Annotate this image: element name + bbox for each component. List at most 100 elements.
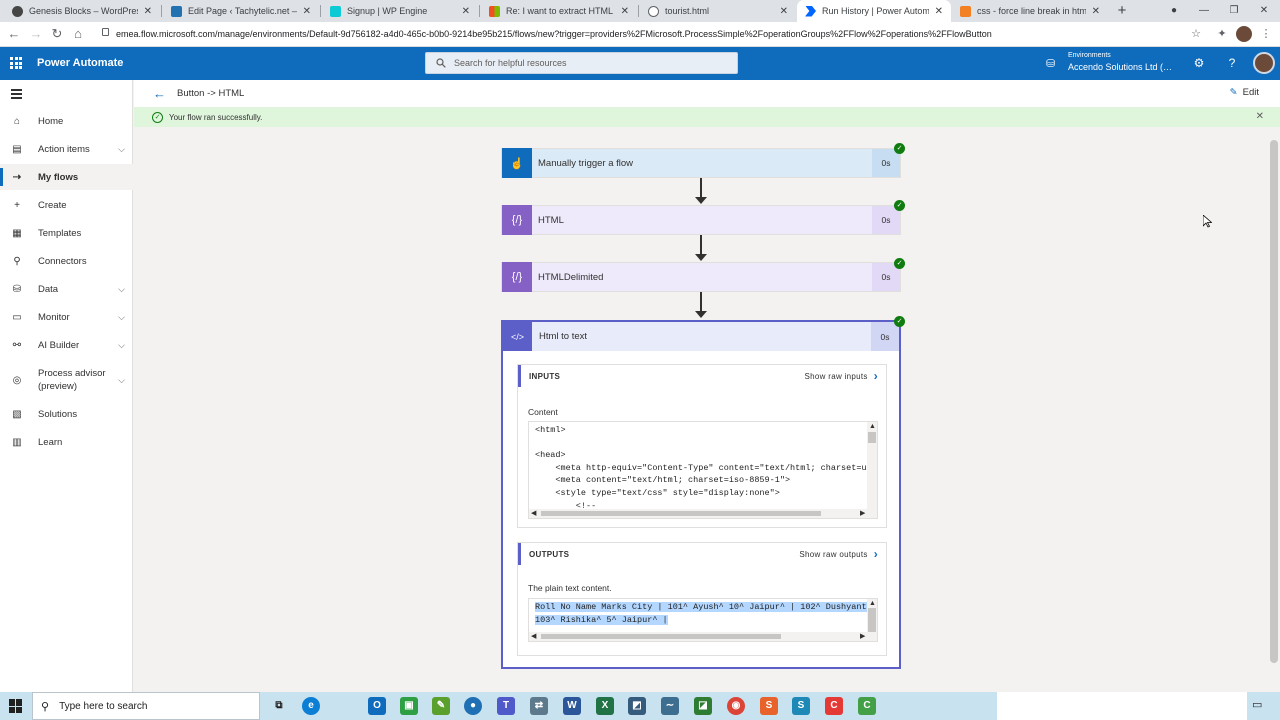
- show-raw-inputs-link[interactable]: Show raw inputs: [805, 372, 868, 381]
- close-icon[interactable]: ✕: [1256, 111, 1264, 122]
- sidebar-item-connectors[interactable]: ⚲ Connectors: [0, 248, 133, 274]
- vertical-scrollbar[interactable]: ▲: [867, 422, 877, 518]
- home-browser-icon[interactable]: ⌂: [69, 25, 87, 43]
- app-icon[interactable]: S: [760, 697, 778, 715]
- address-bar[interactable]: emea.flow.microsoft.com/manage/environme…: [100, 26, 1180, 43]
- browser-tab[interactable]: Signup | WP Engine ✕: [322, 0, 478, 22]
- app-icon[interactable]: ∼: [661, 697, 679, 715]
- media-icon[interactable]: ●: [464, 697, 482, 715]
- back-arrow-icon[interactable]: ←: [5, 25, 23, 43]
- chevron-down-icon[interactable]: ⌵: [118, 144, 125, 155]
- scroll-thumb[interactable]: [541, 634, 781, 639]
- scroll-thumb[interactable]: [541, 511, 821, 516]
- close-tab-icon[interactable]: ✕: [1092, 6, 1100, 17]
- outlook-icon[interactable]: O: [368, 697, 386, 715]
- app-icon[interactable]: C: [825, 697, 843, 715]
- word-icon[interactable]: W: [563, 697, 581, 715]
- new-tab-button[interactable]: +: [1113, 0, 1131, 22]
- show-raw-outputs-link[interactable]: Show raw outputs: [799, 550, 867, 559]
- avatar[interactable]: [1253, 52, 1275, 74]
- step-header[interactable]: </> Html to text 0s: [503, 322, 899, 351]
- reload-icon[interactable]: ↻: [48, 25, 66, 43]
- chevron-down-icon[interactable]: ⌵: [118, 375, 125, 386]
- sidebar-item-create[interactable]: + Create: [0, 192, 133, 218]
- chevron-right-icon[interactable]: ›: [874, 369, 878, 383]
- restore-window-button[interactable]: ❐: [1219, 0, 1249, 22]
- excel-icon[interactable]: X: [596, 697, 614, 715]
- sidebar-item-data[interactable]: ⛁ Data ⌵: [0, 276, 133, 302]
- scroll-thumb[interactable]: [868, 432, 876, 443]
- close-window-button[interactable]: ✕: [1249, 0, 1279, 22]
- horizontal-scrollbar[interactable]: ◀ ▶: [529, 632, 869, 641]
- scroll-left-icon[interactable]: ◀: [531, 632, 536, 640]
- sidebar-item-monitor[interactable]: ▭ Monitor ⌵: [0, 304, 133, 330]
- app-icon[interactable]: S: [792, 697, 810, 715]
- page-scrollbar[interactable]: [1270, 140, 1278, 663]
- chevron-down-icon[interactable]: ⌵: [118, 284, 125, 295]
- flow-step-html[interactable]: {/} HTML 0s: [501, 205, 901, 235]
- scroll-right-icon[interactable]: ▶: [860, 509, 865, 517]
- plain-text-box[interactable]: Roll No Name Marks City | 101^ Ayush^ 10…: [528, 598, 878, 642]
- browser-tab[interactable]: Genesis Blocks – WordPress plu… ✕: [4, 0, 160, 22]
- app-icon[interactable]: C: [858, 697, 876, 715]
- edge-icon[interactable]: e: [302, 697, 320, 715]
- environment-picker[interactable]: Accendo Solutions Ltd (…: [1068, 62, 1172, 72]
- browser-tab[interactable]: Re: I want to extract HTML Table… ✕: [481, 0, 637, 22]
- browser-menu-icon[interactable]: ⋮: [1258, 26, 1274, 42]
- app-launcher-icon[interactable]: [10, 57, 22, 69]
- search-input[interactable]: Search for helpful resources: [425, 52, 738, 74]
- close-tab-icon[interactable]: ✕: [935, 6, 943, 17]
- sidebar-item-learn[interactable]: ▥ Learn: [0, 429, 133, 455]
- notification-icon[interactable]: ▭: [1252, 698, 1262, 711]
- sidebar-item-my-flows[interactable]: ⇢ My flows: [0, 164, 133, 190]
- edit-button[interactable]: ✎ Edit: [1230, 87, 1259, 98]
- scroll-thumb[interactable]: [868, 608, 876, 632]
- task-view-icon[interactable]: ⧉: [270, 697, 288, 715]
- back-arrow-icon[interactable]: ←: [153, 86, 166, 101]
- windows-start-icon[interactable]: [9, 699, 23, 713]
- app-icon[interactable]: ◩: [628, 697, 646, 715]
- scroll-right-icon[interactable]: ▶: [860, 632, 865, 640]
- content-code-box[interactable]: <html> <head> <meta http-equiv="Content-…: [528, 421, 878, 519]
- close-tab-icon[interactable]: ✕: [780, 6, 788, 17]
- browser-tab[interactable]: Edit Page ‹ Tachytelic.net — Wo… ✕: [163, 0, 319, 22]
- chevron-down-icon[interactable]: ⌵: [118, 340, 125, 351]
- scroll-up-icon[interactable]: ▲: [869, 600, 876, 607]
- extensions-icon[interactable]: ✦: [1214, 26, 1230, 42]
- sidebar-item-templates[interactable]: ▦ Templates: [0, 220, 133, 246]
- sidebar-item-home[interactable]: ⌂ Home: [0, 108, 133, 134]
- app-title[interactable]: Power Automate: [37, 57, 123, 69]
- chrome-icon[interactable]: ◉: [727, 697, 745, 715]
- flow-step-manual-trigger[interactable]: ☝ Manually trigger a flow 0s: [501, 148, 901, 178]
- tab-search-icon[interactable]: ●: [1159, 0, 1189, 22]
- browser-tab[interactable]: tourist.html ✕: [640, 0, 796, 22]
- help-icon[interactable]: ?: [1224, 55, 1240, 71]
- scroll-left-icon[interactable]: ◀: [531, 509, 536, 517]
- forward-arrow-icon[interactable]: →: [27, 25, 45, 43]
- flow-step-html-delimited[interactable]: {/} HTMLDelimited 0s: [501, 262, 901, 292]
- browser-tab-active[interactable]: Run History | Power Automate ✕: [797, 0, 951, 22]
- minimize-window-button[interactable]: —: [1189, 0, 1219, 22]
- sidebar-item-action-items[interactable]: ▤ Action items ⌵: [0, 136, 133, 162]
- close-tab-icon[interactable]: ✕: [621, 6, 629, 17]
- close-tab-icon[interactable]: ✕: [144, 6, 152, 17]
- sidebar-item-solutions[interactable]: ▧ Solutions: [0, 401, 133, 427]
- scroll-up-icon[interactable]: ▲: [869, 423, 876, 430]
- flow-step-html-to-text[interactable]: </> Html to text 0s INPUTS Show raw inpu…: [501, 320, 901, 669]
- close-tab-icon[interactable]: ✕: [303, 6, 311, 17]
- settings-gear-icon[interactable]: ⚙: [1191, 55, 1207, 71]
- close-tab-icon[interactable]: ✕: [462, 6, 470, 17]
- remote-desktop-icon[interactable]: ⇄: [530, 697, 548, 715]
- profile-avatar-icon[interactable]: [1236, 26, 1252, 42]
- browser-tab[interactable]: css - force line break in html tab… ✕: [952, 0, 1108, 22]
- sidebar-item-process-advisor[interactable]: ◎ Process advisor (preview) ⌵: [0, 364, 133, 396]
- sidebar-item-ai-builder[interactable]: ⚯ AI Builder ⌵: [0, 332, 133, 358]
- bookmark-star-icon[interactable]: ☆: [1188, 26, 1204, 42]
- teams-icon[interactable]: T: [497, 697, 515, 715]
- app-icon[interactable]: ▣: [400, 697, 418, 715]
- horizontal-scrollbar[interactable]: ◀ ▶: [529, 509, 869, 518]
- app-icon[interactable]: ◪: [694, 697, 712, 715]
- taskbar-search-input[interactable]: ⚲ Type here to search: [32, 692, 260, 720]
- notepad-icon[interactable]: ✎: [432, 697, 450, 715]
- hamburger-menu-icon[interactable]: [11, 89, 22, 101]
